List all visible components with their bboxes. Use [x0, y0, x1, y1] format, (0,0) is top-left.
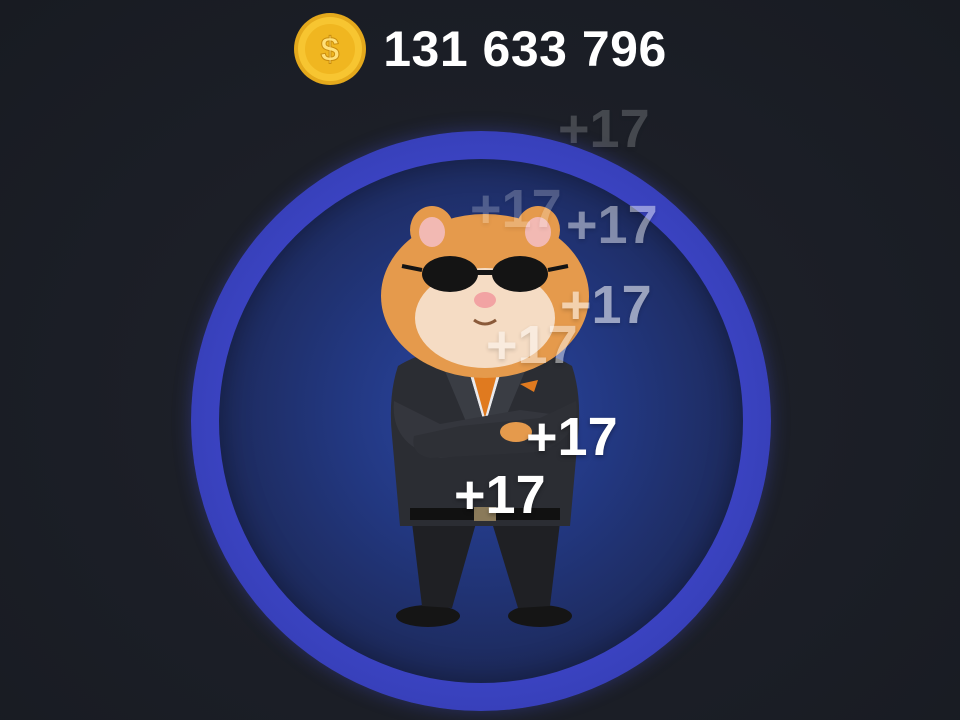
hamster-ceo-character[interactable] — [370, 196, 600, 636]
svg-text:$: $ — [321, 31, 340, 69]
balance-bar: $ 131 633 796 — [0, 12, 960, 86]
coin-balance: 131 633 796 — [383, 21, 667, 77]
clicker-screen: $ 131 633 796 +17 +17 +17 +17 +17 +17 +1… — [0, 0, 960, 720]
dollar-coin-icon: $ — [294, 13, 367, 85]
